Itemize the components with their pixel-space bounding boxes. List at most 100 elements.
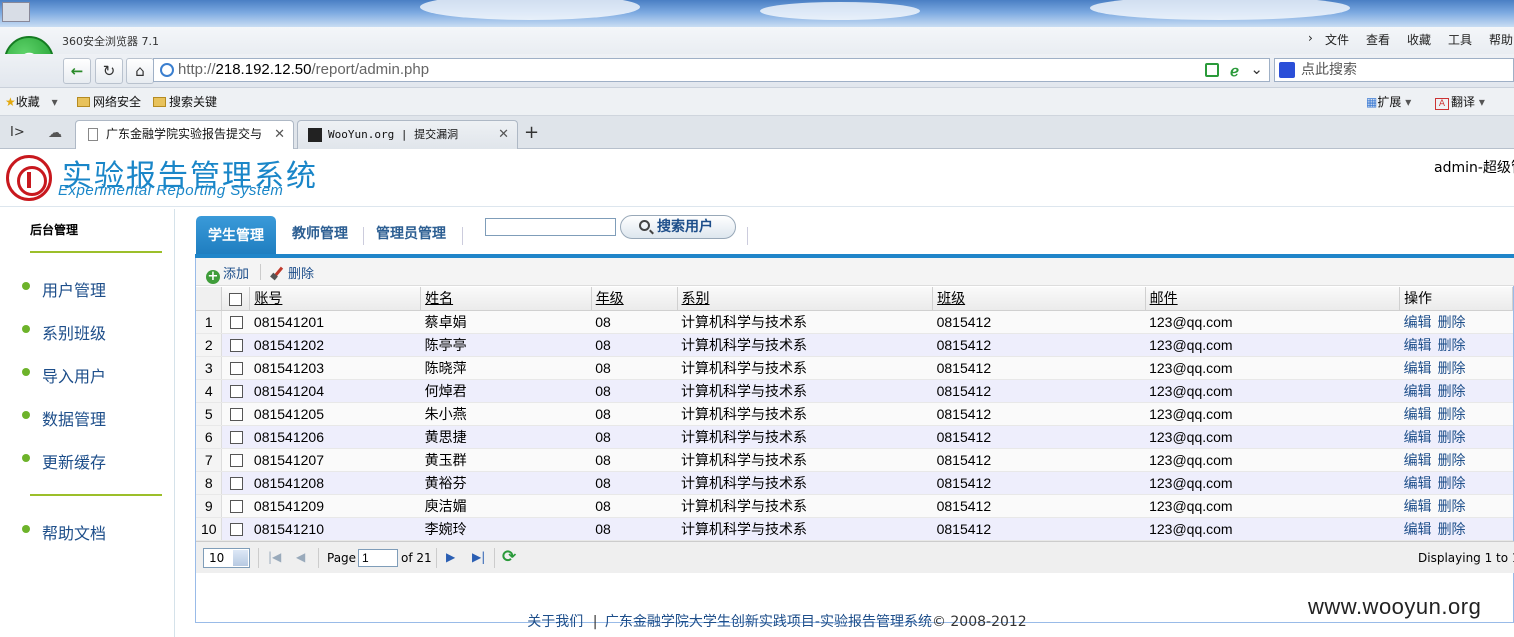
first-page-icon[interactable]: |◀ (268, 550, 281, 564)
sidebar-item-data[interactable]: 数据管理 (22, 406, 106, 430)
cloud-icon[interactable]: ☁ (48, 125, 62, 141)
close-tab-icon[interactable]: ✕ (498, 121, 509, 148)
tab-report-system[interactable]: 广东金融学院实验报告提交与 ✕ (75, 120, 294, 150)
checkbox[interactable] (229, 431, 243, 445)
table-row[interactable]: 7 081541207 黄玉群 08 计算机科学与技术系 0815412 123@qq.co… (196, 448, 1513, 472)
table-row[interactable]: 2 081541202 陈亭亭 08 计算机科学与技术系 0815412 123@qq.co… (196, 333, 1513, 357)
column-header-grade[interactable]: 年级 (591, 287, 678, 311)
edit-link[interactable]: 编辑 (1404, 475, 1432, 491)
checkbox[interactable] (229, 316, 243, 330)
back-button[interactable]: ← (63, 58, 91, 84)
row-checkbox[interactable] (221, 494, 250, 518)
delete-link[interactable]: 删除 (1438, 337, 1466, 353)
delete-link[interactable]: 删除 (1438, 498, 1466, 514)
row-checkbox[interactable] (221, 402, 250, 426)
row-checkbox[interactable] (221, 356, 250, 380)
delete-link[interactable]: 删除 (1438, 521, 1466, 537)
edit-link[interactable]: 编辑 (1404, 429, 1432, 445)
checkbox[interactable] (229, 362, 243, 376)
page-size-select[interactable]: 10 (203, 548, 250, 568)
delete-button[interactable]: 删除 (270, 263, 314, 282)
row-checkbox[interactable] (221, 379, 250, 403)
delete-link[interactable]: 删除 (1438, 314, 1466, 330)
favorites-button[interactable]: ★收藏 ▾ (5, 93, 58, 111)
user-search-input[interactable] (485, 218, 616, 236)
translate-button[interactable]: A 翻译 ▾ (1435, 93, 1485, 111)
extensions-button[interactable]: ▦扩展 ▾ (1366, 93, 1411, 111)
column-header-email[interactable]: 邮件 (1145, 287, 1401, 311)
column-header-account[interactable]: 账号 (249, 287, 422, 311)
row-checkbox[interactable] (221, 425, 250, 449)
tab-teachers[interactable]: 教师管理 (280, 216, 360, 254)
search-input[interactable]: 点此搜索 (1274, 58, 1514, 82)
tab-wooyun[interactable]: WooYun.org | 提交漏洞 ✕ (297, 120, 518, 149)
menu-favorites[interactable]: 收藏 (1407, 31, 1431, 48)
table-row[interactable]: 1 081541201 蔡卓娟 08 计算机科学与技术系 0815412 123@qq.co… (196, 310, 1513, 334)
edit-link[interactable]: 编辑 (1404, 337, 1432, 353)
table-row[interactable]: 8 081541208 黄裕芬 08 计算机科学与技术系 0815412 123@qq.co… (196, 471, 1513, 495)
checkbox[interactable] (229, 385, 243, 399)
column-header-department[interactable]: 系别 (677, 287, 934, 311)
address-dropdown-icon[interactable]: ⌄ (1250, 59, 1263, 81)
tab-admins[interactable]: 管理员管理 (364, 216, 458, 254)
prev-page-icon[interactable]: ◀ (296, 550, 305, 564)
checkbox[interactable] (229, 339, 243, 353)
delete-link[interactable]: 删除 (1438, 452, 1466, 468)
menu-view[interactable]: 查看 (1366, 31, 1390, 48)
table-row[interactable]: 10 081541210 李婉玲 08 计算机科学与技术系 0815412 123@qq.c… (196, 517, 1513, 541)
refresh-icon[interactable]: ⟳ (502, 547, 516, 567)
edit-link[interactable]: 编辑 (1404, 360, 1432, 376)
home-button[interactable]: ⌂ (126, 58, 154, 84)
sidebar-toggle-icon[interactable]: I> (10, 125, 25, 140)
checkbox[interactable] (229, 454, 243, 468)
delete-link[interactable]: 删除 (1438, 475, 1466, 491)
compat-mode-icon[interactable]: ℯ (1230, 61, 1239, 83)
edit-link[interactable]: 编辑 (1404, 314, 1432, 330)
sidebar-item-import[interactable]: 导入用户 (22, 363, 106, 387)
column-header-class[interactable]: 班级 (932, 287, 1146, 311)
column-header-name[interactable]: 姓名 (420, 287, 592, 311)
checkbox[interactable] (229, 293, 243, 307)
page-number-input[interactable] (358, 549, 398, 567)
next-page-icon[interactable]: ▶ (446, 550, 455, 564)
new-tab-button[interactable]: + (524, 122, 539, 143)
row-checkbox[interactable] (221, 448, 250, 472)
search-users-button[interactable]: 搜索用户 (620, 215, 736, 239)
sidebar-item-users[interactable]: 用户管理 (22, 277, 106, 301)
select-all-checkbox[interactable] (221, 287, 251, 311)
row-checkbox[interactable] (221, 310, 250, 334)
menu-help[interactable]: 帮助 (1489, 31, 1513, 48)
edit-link[interactable]: 编辑 (1404, 383, 1432, 399)
sidebar-item-cache[interactable]: 更新缓存 (22, 449, 106, 473)
add-button[interactable]: + 添加 (206, 263, 249, 284)
table-row[interactable]: 9 081541209 庾洁媚 08 计算机科学与技术系 0815412 123@qq.co… (196, 494, 1513, 518)
favorites-dropdown-icon[interactable]: ▾ (52, 95, 58, 109)
edit-link[interactable]: 编辑 (1404, 406, 1432, 422)
row-checkbox[interactable] (221, 471, 250, 495)
address-input[interactable]: http://218.192.12.50/report/admin.php ℯ … (153, 58, 1270, 82)
table-row[interactable]: 6 081541206 黄思捷 08 计算机科学与技术系 0815412 123@qq.co… (196, 425, 1513, 449)
refresh-button[interactable]: ↻ (95, 58, 123, 84)
checkbox[interactable] (229, 408, 243, 422)
delete-link[interactable]: 删除 (1438, 429, 1466, 445)
sidebar-item-departments[interactable]: 系别班级 (22, 320, 106, 344)
tab-students[interactable]: 学生管理 (196, 216, 276, 254)
menu-file[interactable]: 文件 (1325, 31, 1349, 48)
sidebar-item-help[interactable]: 帮助文档 (22, 520, 106, 544)
checkbox[interactable] (229, 500, 243, 514)
checkbox[interactable] (229, 477, 243, 491)
favorite-item[interactable]: 网络安全 (77, 93, 141, 111)
checkbox[interactable] (229, 523, 243, 537)
edit-link[interactable]: 编辑 (1404, 521, 1432, 537)
share-icon[interactable] (1205, 63, 1219, 77)
edit-link[interactable]: 编辑 (1404, 452, 1432, 468)
table-row[interactable]: 4 081541204 何焯君 08 计算机科学与技术系 0815412 123@qq.co… (196, 379, 1513, 403)
menu-tools[interactable]: 工具 (1448, 31, 1472, 48)
delete-link[interactable]: 删除 (1438, 360, 1466, 376)
favorite-item[interactable]: 搜索关键 (153, 93, 217, 111)
delete-link[interactable]: 删除 (1438, 406, 1466, 422)
edit-link[interactable]: 编辑 (1404, 498, 1432, 514)
table-row[interactable]: 5 081541205 朱小燕 08 计算机科学与技术系 0815412 123@qq.co… (196, 402, 1513, 426)
close-tab-icon[interactable]: ✕ (274, 121, 285, 148)
table-row[interactable]: 3 081541203 陈晓萍 08 计算机科学与技术系 0815412 123@qq.co… (196, 356, 1513, 380)
